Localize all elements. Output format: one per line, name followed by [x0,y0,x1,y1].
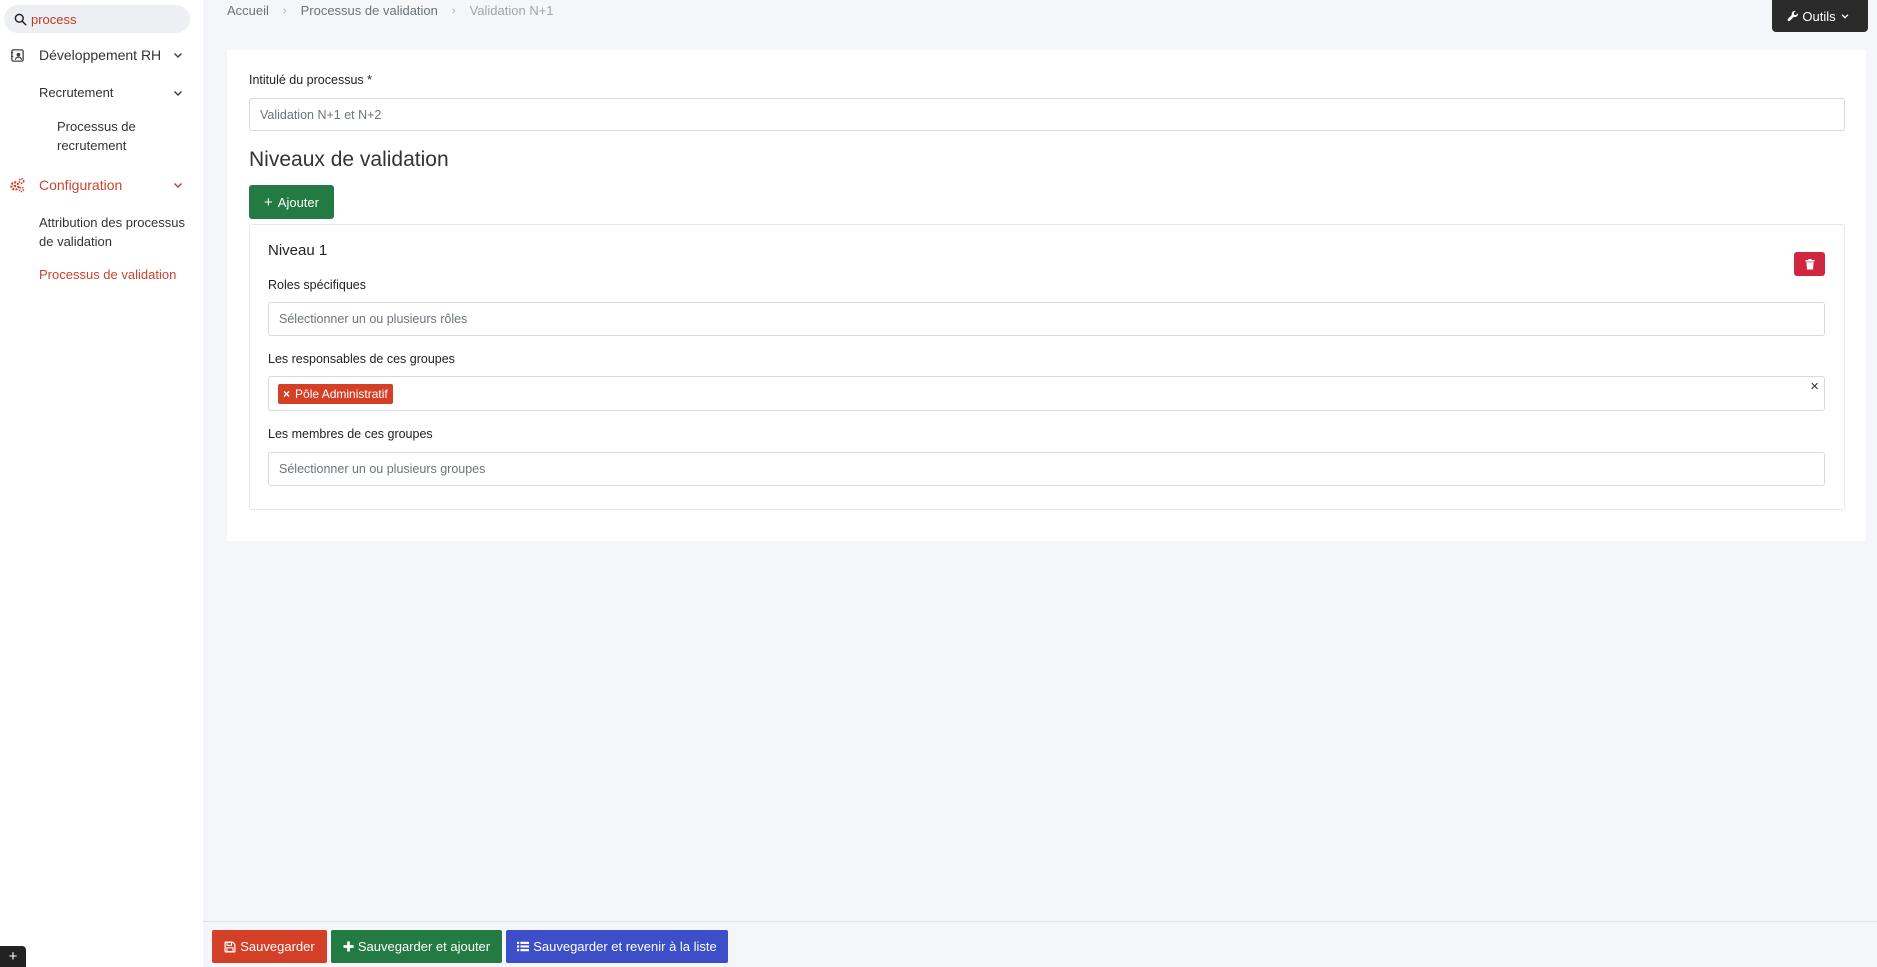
save-label: Sauvegarder [240,939,315,954]
save-button[interactable]: Sauvegarder [212,930,327,963]
breadcrumb-item[interactable]: Accueil [227,3,269,18]
level-title: Niveau 1 [268,242,328,259]
chevron-down-icon [173,52,183,59]
list-icon [517,941,530,952]
sidebar-item-label: Processus de recrutement [57,119,136,153]
sidebar-search[interactable] [4,5,190,33]
plus-icon: + [264,193,273,211]
tag-label: Pôle Administratif [295,387,388,401]
breadcrumb: Accueil › Processus de validation › Vali… [227,3,554,18]
process-title-label: Intitulé du processus * [249,73,372,87]
gears-icon [9,177,25,193]
chevron-down-icon [1841,14,1848,19]
chevron-down-icon [173,182,183,189]
sidebar-item-processus-de-recrutement[interactable]: Processus de recrutement [57,117,157,155]
save-and-return-label: Sauvegarder et revenir à la liste [533,939,717,954]
search-icon [14,13,27,26]
managers-label: Les responsables de ces groupes [268,352,455,366]
selected-tag: × Pôle Administratif [278,384,393,404]
members-placeholder: Sélectionner un ou plusieurs groupes [279,462,486,476]
sidebar-expand-button[interactable]: + [0,946,26,967]
sidebar-item-label: Attribution des processus de validation [39,215,185,249]
save-and-add-label: Sauvegarder et ajouter [357,939,491,954]
breadcrumb-current: Validation N+1 [469,3,554,18]
members-select[interactable]: Sélectionner un ou plusieurs groupes [268,452,1825,486]
sidebar-item-attribution-processus[interactable]: Attribution des processus de validation [39,213,189,251]
sidebar-item-label: Processus de validation [39,267,177,282]
breadcrumb-item[interactable]: Processus de validation [301,3,438,18]
roles-label: Roles spécifiques [268,278,366,292]
hr-development-icon [9,47,25,63]
trash-icon [1805,258,1814,269]
sidebar: Développement RH Recrutement Processus d… [0,0,203,967]
roles-placeholder: Sélectionner un ou plusieurs rôles [279,312,468,326]
roles-select[interactable]: Sélectionner un ou plusieurs rôles [268,302,1825,336]
sidebar-item-developpement-rh[interactable]: Développement RH [0,44,190,66]
sidebar-item-label: Développement RH [39,47,162,63]
chevron-right-icon: › [451,4,456,17]
delete-level-button[interactable] [1794,252,1825,276]
sidebar-item-recrutement[interactable]: Recrutement [39,83,189,102]
clear-selection-icon[interactable]: ✕ [1810,380,1819,393]
chevron-right-icon: › [282,4,287,17]
save-and-return-button[interactable]: Sauvegarder et revenir à la liste [506,930,728,963]
remove-tag-icon[interactable]: × [283,387,290,401]
floppy-disk-icon [224,941,236,952]
plus-icon [343,941,354,952]
sidebar-item-processus-de-validation[interactable]: Processus de validation [39,265,189,284]
save-and-add-button[interactable]: Sauvegarder et ajouter [331,930,502,963]
wrench-icon [1787,10,1799,22]
tools-dropdown-button[interactable]: Outils [1772,0,1868,32]
process-title-value: Validation N+1 et N+2 [260,107,382,122]
tools-label: Outils [1802,8,1836,24]
process-title-input[interactable]: Validation N+1 et N+2 [249,98,1845,131]
sidebar-item-label: Recrutement [39,85,114,100]
managers-select[interactable] [268,376,1825,411]
add-level-button[interactable]: + Ajouter [249,185,334,219]
sidebar-item-configuration[interactable]: Configuration [0,174,190,196]
section-heading: Niveaux de validation [249,148,449,171]
chevron-down-icon [173,90,183,97]
add-level-label: Ajouter [277,194,319,210]
members-label: Les membres de ces groupes [268,427,433,441]
sidebar-item-label: Configuration [39,177,123,193]
search-input[interactable] [31,11,181,27]
